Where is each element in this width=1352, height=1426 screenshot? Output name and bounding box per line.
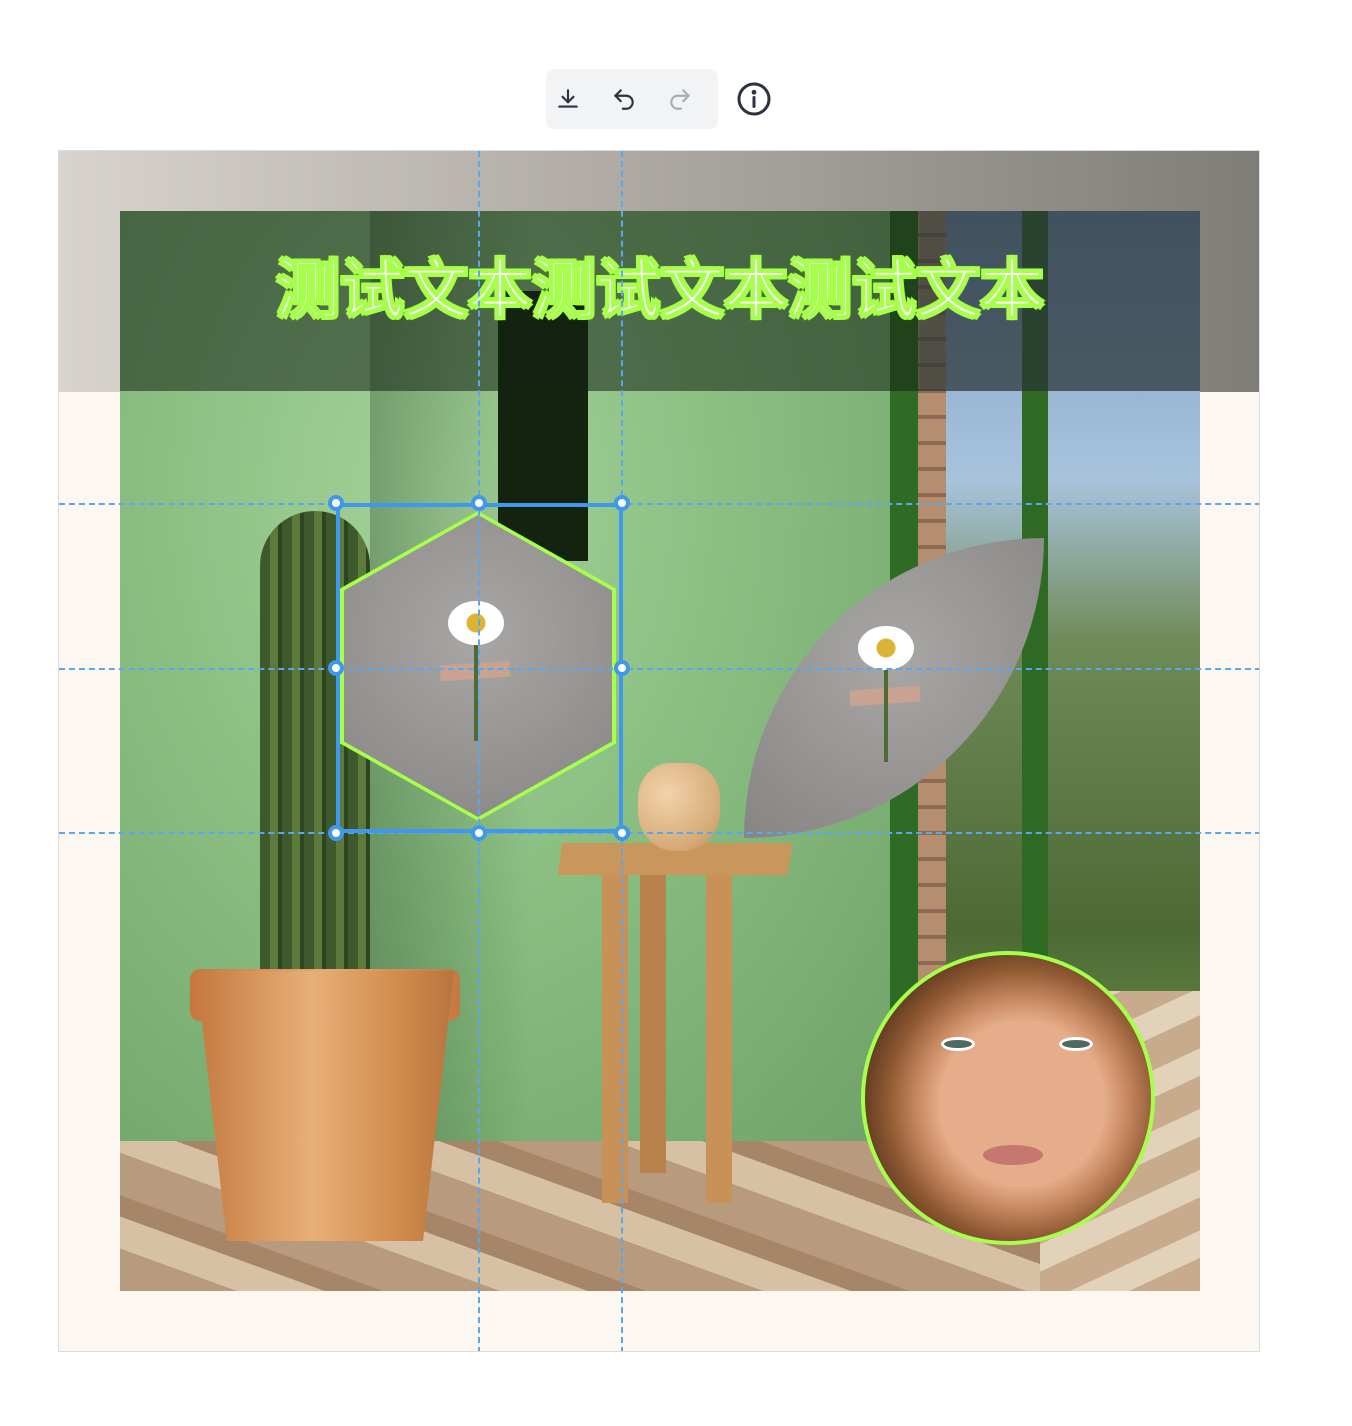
headline-text[interactable]: 测试文本测试文本测试文本 — [120, 239, 1200, 331]
portrait-eye — [1059, 1037, 1093, 1051]
guide-line-horizontal — [59, 503, 1259, 505]
stool-leg — [640, 873, 666, 1173]
resize-handle-right[interactable] — [614, 660, 630, 676]
download-icon — [558, 89, 578, 108]
editor-toolbar — [546, 69, 718, 129]
resize-handle-top-right[interactable] — [614, 495, 630, 511]
resize-handle-top[interactable] — [471, 495, 487, 511]
terracotta-pot — [196, 971, 454, 1241]
daisy-stem — [884, 656, 888, 762]
stool-leg — [602, 873, 628, 1203]
portrait-lips — [983, 1145, 1043, 1165]
undo-button[interactable] — [606, 81, 642, 117]
design-canvas[interactable]: 测试文本测试文本测试文本 — [58, 150, 1260, 1352]
redo-icon — [670, 89, 690, 110]
download-button[interactable] — [550, 81, 586, 117]
resize-handle-top-left[interactable] — [328, 495, 344, 511]
background-photo[interactable]: 测试文本测试文本测试文本 — [120, 211, 1200, 1291]
info-icon — [737, 82, 771, 116]
resize-handle-bottom-right[interactable] — [614, 825, 630, 841]
circle-portrait-image[interactable] — [861, 951, 1155, 1245]
stool-leg — [706, 873, 732, 1203]
redo-button[interactable] — [662, 81, 698, 117]
portrait-eye — [941, 1037, 975, 1051]
resize-handle-bottom[interactable] — [471, 825, 487, 841]
resize-handle-bottom-left[interactable] — [328, 825, 344, 841]
daisy-flower — [858, 626, 914, 670]
info-button[interactable] — [734, 81, 774, 117]
clay-vase — [638, 763, 720, 851]
guide-line-horizontal — [59, 832, 1259, 834]
resize-handle-left[interactable] — [328, 660, 344, 676]
undo-icon — [614, 89, 634, 110]
selection-box[interactable] — [336, 503, 623, 833]
guide-line-horizontal — [59, 668, 1259, 670]
